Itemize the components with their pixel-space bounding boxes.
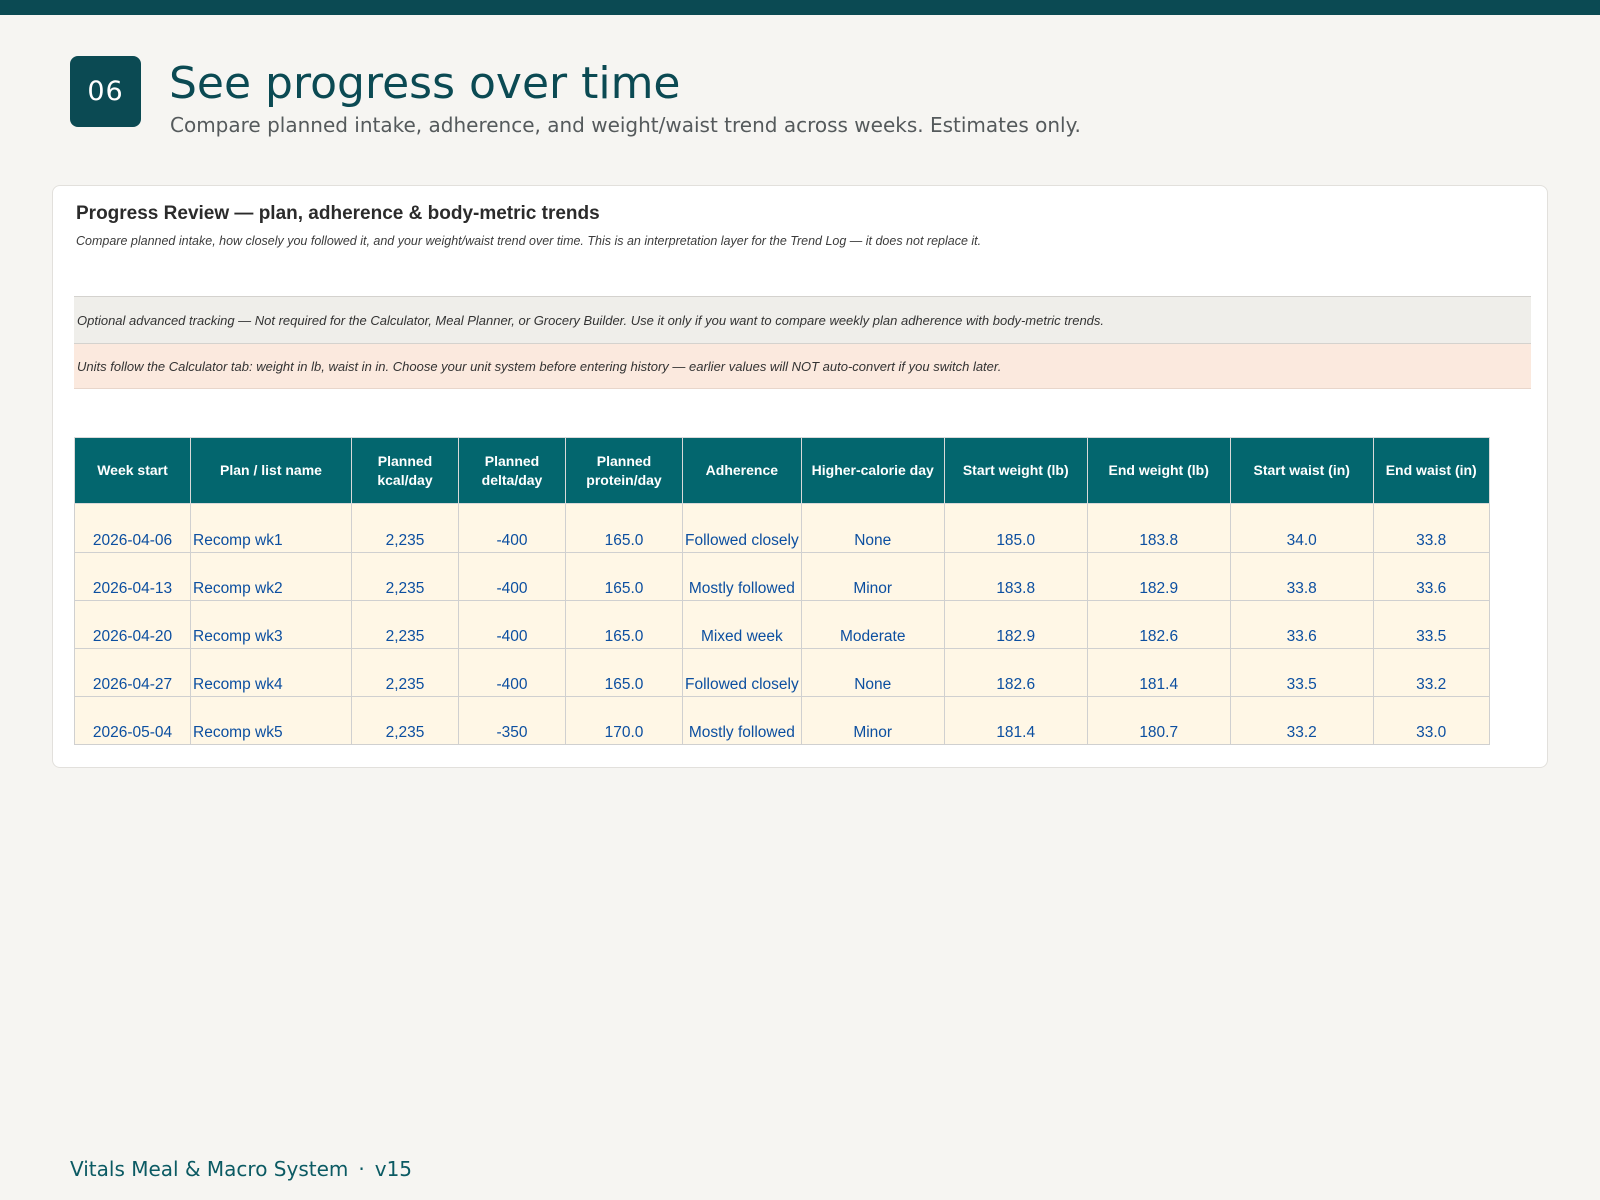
cell-end-weight[interactable]: 182.9 xyxy=(1086,552,1231,601)
table-row: 2026-04-13 Recomp wk2 2,235 -400 165.0 M… xyxy=(74,552,1490,601)
col-header-higher-calorie-day: Higher-calorie day xyxy=(800,437,945,504)
cell-end-weight[interactable]: 181.4 xyxy=(1086,648,1231,697)
optional-tracking-note-text: Optional advanced tracking — Not require… xyxy=(77,312,1105,328)
footer-version: v15 xyxy=(374,1157,413,1181)
card-title: Progress Review — plan, adherence & body… xyxy=(76,203,600,224)
card-description: Compare planned intake, how closely you … xyxy=(76,234,982,248)
footer-separator: · xyxy=(358,1157,365,1181)
cell-planned-delta[interactable]: -400 xyxy=(458,648,566,697)
cell-adherence[interactable]: Mostly followed xyxy=(682,696,802,745)
cell-planned-protein[interactable]: 165.0 xyxy=(565,600,683,649)
cell-higher-calorie-day[interactable]: Minor xyxy=(800,552,945,601)
cell-planned-protein[interactable]: 170.0 xyxy=(565,696,683,745)
cell-planned-protein[interactable]: 165.0 xyxy=(565,552,683,601)
optional-tracking-note: Optional advanced tracking — Not require… xyxy=(74,296,1531,344)
cell-plan-name[interactable]: Recomp wk5 xyxy=(190,696,352,745)
cell-adherence[interactable]: Followed closely xyxy=(682,503,802,553)
page-title: See progress over time xyxy=(169,58,681,109)
col-header-end-weight: End weight (lb) xyxy=(1086,437,1231,504)
col-header-start-weight: Start weight (lb) xyxy=(943,437,1088,504)
cell-week-start[interactable]: 2026-04-27 xyxy=(74,648,191,697)
cell-plan-name[interactable]: Recomp wk3 xyxy=(190,600,352,649)
cell-start-waist[interactable]: 33.8 xyxy=(1229,552,1374,601)
cell-plan-name[interactable]: Recomp wk4 xyxy=(190,648,352,697)
col-header-planned-delta: Planned delta/day xyxy=(458,437,566,504)
table-row: 2026-04-06 Recomp wk1 2,235 -400 165.0 F… xyxy=(74,503,1490,553)
units-warning-note: Units follow the Calculator tab: weight … xyxy=(74,344,1531,389)
table-row: 2026-04-20 Recomp wk3 2,235 -400 165.0 M… xyxy=(74,600,1490,649)
cell-end-waist[interactable]: 33.6 xyxy=(1372,552,1490,601)
cell-higher-calorie-day[interactable]: None xyxy=(800,648,945,697)
footer-branding: Vitals Meal & Macro System · v15 xyxy=(70,1157,412,1181)
page-subtitle: Compare planned intake, adherence, and w… xyxy=(170,113,1081,137)
cell-end-waist[interactable]: 33.8 xyxy=(1372,503,1490,553)
cell-week-start[interactable]: 2026-04-06 xyxy=(74,503,191,553)
cell-higher-calorie-day[interactable]: Moderate xyxy=(800,600,945,649)
cell-adherence[interactable]: Mostly followed xyxy=(682,552,802,601)
cell-planned-kcal[interactable]: 2,235 xyxy=(351,503,459,553)
cell-end-weight[interactable]: 182.6 xyxy=(1086,600,1231,649)
cell-start-weight[interactable]: 182.9 xyxy=(943,600,1088,649)
cell-end-waist[interactable]: 33.5 xyxy=(1372,600,1490,649)
progress-review-card: Progress Review — plan, adherence & body… xyxy=(52,185,1548,768)
cell-planned-delta[interactable]: -400 xyxy=(458,503,566,553)
col-header-planned-kcal: Planned kcal/day xyxy=(351,437,459,504)
step-number-badge: 06 xyxy=(70,56,141,127)
cell-planned-delta[interactable]: -400 xyxy=(458,600,566,649)
cell-planned-protein[interactable]: 165.0 xyxy=(565,503,683,553)
table-row: 2026-05-04 Recomp wk5 2,235 -350 170.0 M… xyxy=(74,696,1490,745)
cell-planned-delta[interactable]: -350 xyxy=(458,696,566,745)
cell-planned-kcal[interactable]: 2,235 xyxy=(351,552,459,601)
table-header-row: Week start Plan / list name Planned kcal… xyxy=(74,437,1490,504)
cell-week-start[interactable]: 2026-05-04 xyxy=(74,696,191,745)
cell-planned-delta[interactable]: -400 xyxy=(458,552,566,601)
cell-plan-name[interactable]: Recomp wk2 xyxy=(190,552,352,601)
cell-end-waist[interactable]: 33.0 xyxy=(1372,696,1490,745)
cell-planned-protein[interactable]: 165.0 xyxy=(565,648,683,697)
cell-start-waist[interactable]: 34.0 xyxy=(1229,503,1374,553)
top-accent-bar xyxy=(0,0,1600,15)
cell-plan-name[interactable]: Recomp wk1 xyxy=(190,503,352,553)
cell-start-waist[interactable]: 33.6 xyxy=(1229,600,1374,649)
cell-start-weight[interactable]: 185.0 xyxy=(943,503,1088,553)
units-warning-note-text: Units follow the Calculator tab: weight … xyxy=(77,358,1002,374)
cell-start-weight[interactable]: 181.4 xyxy=(943,696,1088,745)
footer-product-name: Vitals Meal & Macro System xyxy=(70,1157,349,1181)
cell-week-start[interactable]: 2026-04-13 xyxy=(74,552,191,601)
col-header-end-waist: End waist (in) xyxy=(1372,437,1490,504)
col-header-plan-name: Plan / list name xyxy=(190,437,352,504)
cell-end-weight[interactable]: 180.7 xyxy=(1086,696,1231,745)
table-row: 2026-04-27 Recomp wk4 2,235 -400 165.0 F… xyxy=(74,648,1490,697)
progress-table: Week start Plan / list name Planned kcal… xyxy=(74,437,1490,745)
cell-planned-kcal[interactable]: 2,235 xyxy=(351,696,459,745)
cell-planned-kcal[interactable]: 2,235 xyxy=(351,648,459,697)
col-header-planned-protein: Planned protein/day xyxy=(565,437,683,504)
col-header-week-start: Week start xyxy=(74,437,191,504)
cell-start-waist[interactable]: 33.5 xyxy=(1229,648,1374,697)
cell-end-weight[interactable]: 183.8 xyxy=(1086,503,1231,553)
cell-start-waist[interactable]: 33.2 xyxy=(1229,696,1374,745)
cell-adherence[interactable]: Mixed week xyxy=(682,600,802,649)
cell-planned-kcal[interactable]: 2,235 xyxy=(351,600,459,649)
col-header-start-waist: Start waist (in) xyxy=(1229,437,1374,504)
cell-higher-calorie-day[interactable]: None xyxy=(800,503,945,553)
cell-week-start[interactable]: 2026-04-20 xyxy=(74,600,191,649)
col-header-adherence: Adherence xyxy=(682,437,802,504)
cell-higher-calorie-day[interactable]: Minor xyxy=(800,696,945,745)
cell-end-waist[interactable]: 33.2 xyxy=(1372,648,1490,697)
cell-start-weight[interactable]: 182.6 xyxy=(943,648,1088,697)
cell-adherence[interactable]: Followed closely xyxy=(682,648,802,697)
cell-start-weight[interactable]: 183.8 xyxy=(943,552,1088,601)
